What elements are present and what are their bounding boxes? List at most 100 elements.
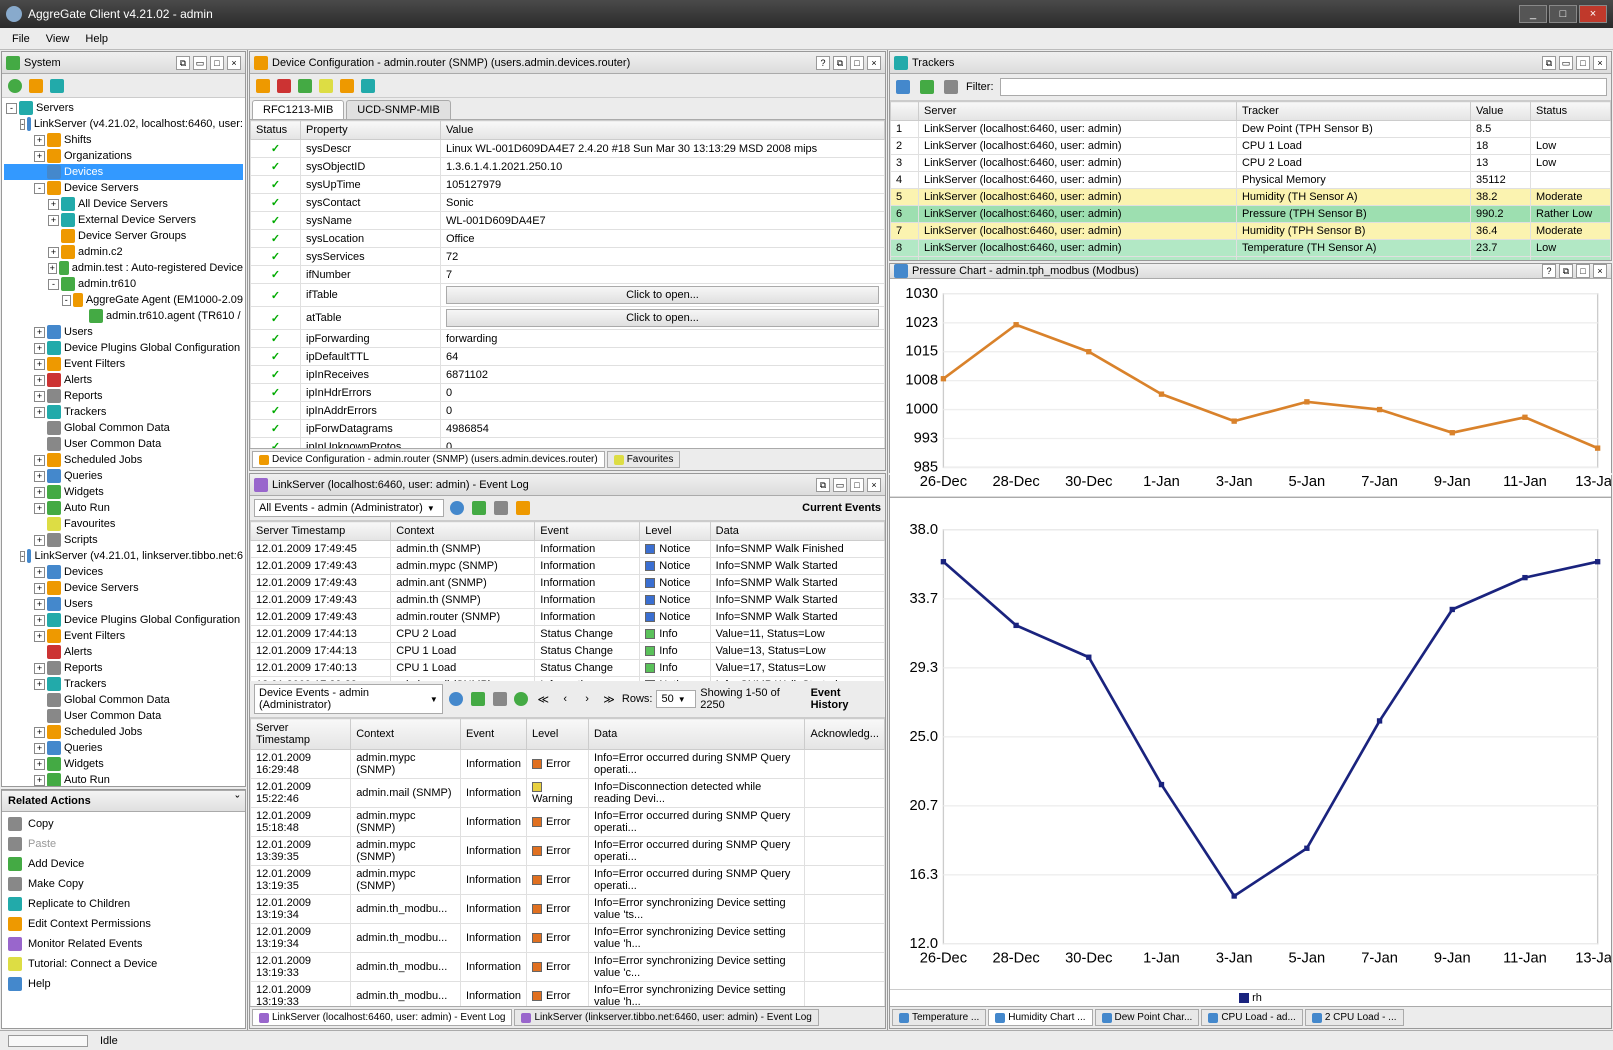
toolbar-btn-5-icon[interactable] — [338, 77, 356, 95]
panel-restore-icon[interactable]: ⧉ — [816, 478, 830, 492]
event-filter-combo[interactable]: All Events - admin (Administrator)▼ — [254, 499, 444, 517]
toolbar-btn-3-icon[interactable] — [296, 77, 314, 95]
trackers-tb3-icon[interactable] — [942, 78, 960, 96]
panel-close-icon[interactable]: × — [867, 56, 881, 70]
tree-node[interactable]: +Alerts — [4, 372, 243, 388]
action-item[interactable]: Replicate to Children — [2, 894, 245, 914]
tree-node[interactable]: admin.tr610.agent (TR610 / — [4, 308, 243, 324]
panel-maximize-icon[interactable]: □ — [850, 56, 864, 70]
tree-node[interactable]: +Trackers — [4, 404, 243, 420]
related-actions-header[interactable]: Related Actions ˇ — [2, 790, 245, 812]
click-to-open-button[interactable]: Click to open... — [446, 286, 879, 304]
bottom-tab[interactable]: LinkServer (linkserver.tibbo.net:6460, u… — [514, 1009, 818, 1026]
tree-toggle-icon[interactable]: + — [34, 567, 45, 578]
tree-node[interactable]: -AggreGate Agent (EM1000-2.09 — [4, 292, 243, 308]
bottom-tab[interactable]: CPU Load - ad... — [1201, 1009, 1302, 1026]
refresh-icon[interactable] — [448, 499, 466, 517]
table-row[interactable]: ✓ipForwardingforwarding — [251, 330, 885, 348]
tree-node[interactable]: +Trackers — [4, 676, 243, 692]
table-row[interactable]: 12.01.2009 17:44:13CPU 1 LoadStatus Chan… — [251, 643, 885, 660]
tree-node[interactable]: -admin.tr610 — [4, 276, 243, 292]
bottom-tab[interactable]: 2 CPU Load - ... — [1305, 1009, 1404, 1026]
help-icon[interactable]: ? — [816, 56, 830, 70]
tree-node[interactable]: +Queries — [4, 740, 243, 756]
action-item[interactable]: Add Device — [2, 854, 245, 874]
rows-per-page-combo[interactable]: 50▼ — [656, 690, 696, 708]
tree-toggle-icon[interactable]: + — [34, 759, 45, 770]
tree-toggle-icon[interactable]: + — [34, 775, 45, 786]
table-row[interactable]: ✓ipDefaultTTL64 — [251, 348, 885, 366]
tree-toggle-icon[interactable]: - — [20, 551, 25, 562]
last-page-icon[interactable]: ≫ — [600, 690, 618, 708]
tree-node[interactable]: +Device Servers — [4, 580, 243, 596]
table-row[interactable]: 9LinkServer (localhost:6460, user: admin… — [891, 257, 1611, 261]
table-row[interactable]: 7LinkServer (localhost:6460, user: admin… — [891, 223, 1611, 240]
tree-toggle-icon[interactable]: + — [48, 263, 57, 274]
trackers-tb1-icon[interactable] — [894, 78, 912, 96]
filter-icon[interactable] — [469, 690, 487, 708]
toolbar-btn-1-icon[interactable] — [254, 77, 272, 95]
col-event[interactable]: Event — [461, 719, 527, 750]
trackers-tb2-icon[interactable] — [918, 78, 936, 96]
table-row[interactable]: 12.01.2009 17:44:13CPU 2 LoadStatus Chan… — [251, 626, 885, 643]
tree-node[interactable]: +Shifts — [4, 132, 243, 148]
col-timestamp[interactable]: Server Timestamp — [251, 719, 351, 750]
tree-toggle-icon[interactable]: - — [34, 183, 45, 194]
table-row[interactable]: 12.01.2009 17:49:43admin.router (SNMP)In… — [251, 609, 885, 626]
tree-node[interactable]: +admin.test : Auto-registered Device — [4, 260, 243, 276]
tree-toggle-icon[interactable]: + — [34, 535, 45, 546]
tree-toggle-icon[interactable]: + — [34, 727, 45, 738]
table-row[interactable]: 12.01.2009 17:40:13CPU 1 LoadStatus Chan… — [251, 660, 885, 677]
minimize-button[interactable]: _ — [1519, 5, 1547, 23]
panel-close-icon[interactable]: × — [1593, 56, 1607, 70]
export-icon[interactable] — [491, 690, 509, 708]
tree-node[interactable]: +Scheduled Jobs — [4, 452, 243, 468]
tree-node[interactable]: +Event Filters — [4, 628, 243, 644]
table-row[interactable]: ✓atTableClick to open... — [251, 307, 885, 330]
tree-toggle-icon[interactable]: - — [20, 119, 25, 130]
tree-toggle-icon[interactable]: + — [34, 631, 45, 642]
col-timestamp[interactable]: Server Timestamp — [251, 522, 391, 541]
col-server[interactable]: Server — [919, 102, 1237, 121]
tree-node[interactable]: -Servers — [4, 100, 243, 116]
menu-file[interactable]: File — [4, 31, 38, 47]
table-row[interactable]: 12.01.2009 17:49:43admin.ant (SNMP)Infor… — [251, 575, 885, 592]
collapse-chevron-icon[interactable]: ˇ — [235, 795, 239, 807]
action-item[interactable]: Help — [2, 974, 245, 994]
table-row[interactable]: ✓sysLocationOffice — [251, 230, 885, 248]
col-status[interactable]: Status — [1531, 102, 1611, 121]
tree-node[interactable]: User Common Data — [4, 436, 243, 452]
tree-node[interactable]: User Common Data — [4, 708, 243, 724]
click-to-open-button[interactable]: Click to open... — [446, 309, 879, 327]
trackers-filter-input[interactable] — [1000, 78, 1608, 96]
tab[interactable]: UCD-SNMP-MIB — [346, 100, 451, 119]
tree-toggle-icon[interactable]: + — [34, 743, 45, 754]
col-data[interactable]: Data — [589, 719, 805, 750]
col-ack[interactable]: Acknowledg... — [805, 719, 885, 750]
tree-toggle-icon[interactable]: + — [34, 471, 45, 482]
tree-node[interactable]: +Event Filters — [4, 356, 243, 372]
tree-toggle-icon[interactable]: + — [34, 455, 45, 466]
panel-restore-icon[interactable]: ⧉ — [833, 56, 847, 70]
tree-node[interactable]: +Reports — [4, 388, 243, 404]
tab[interactable]: RFC1213-MIB — [252, 100, 344, 119]
tree-node[interactable]: -LinkServer (v4.21.01, linkserver.tibbo.… — [4, 548, 243, 564]
tree-toggle-icon[interactable]: + — [34, 407, 45, 418]
table-row[interactable]: 5LinkServer (localhost:6460, user: admin… — [891, 189, 1611, 206]
tree-toggle-icon[interactable]: + — [34, 583, 45, 594]
action-item[interactable]: Copy — [2, 814, 245, 834]
col-num[interactable] — [891, 102, 919, 121]
panel-minimize-icon[interactable]: ▭ — [193, 56, 207, 70]
table-row[interactable]: ✓ipForwDatagrams4986854 — [251, 420, 885, 438]
table-row[interactable]: ✓sysContactSonic — [251, 194, 885, 212]
col-tracker[interactable]: Tracker — [1236, 102, 1470, 121]
menu-help[interactable]: Help — [77, 31, 116, 47]
tree-toggle-icon[interactable]: + — [34, 663, 45, 674]
table-row[interactable]: 12.01.2009 15:22:46admin.mail (SNMP)Info… — [251, 779, 885, 808]
tree-node[interactable]: +Devices — [4, 564, 243, 580]
col-value[interactable]: Value — [441, 121, 885, 140]
action-item[interactable]: Tutorial: Connect a Device — [2, 954, 245, 974]
clear-icon[interactable] — [514, 499, 532, 517]
tree-toggle-icon[interactable]: + — [34, 391, 45, 402]
tree-node[interactable]: +Scheduled Jobs — [4, 724, 243, 740]
